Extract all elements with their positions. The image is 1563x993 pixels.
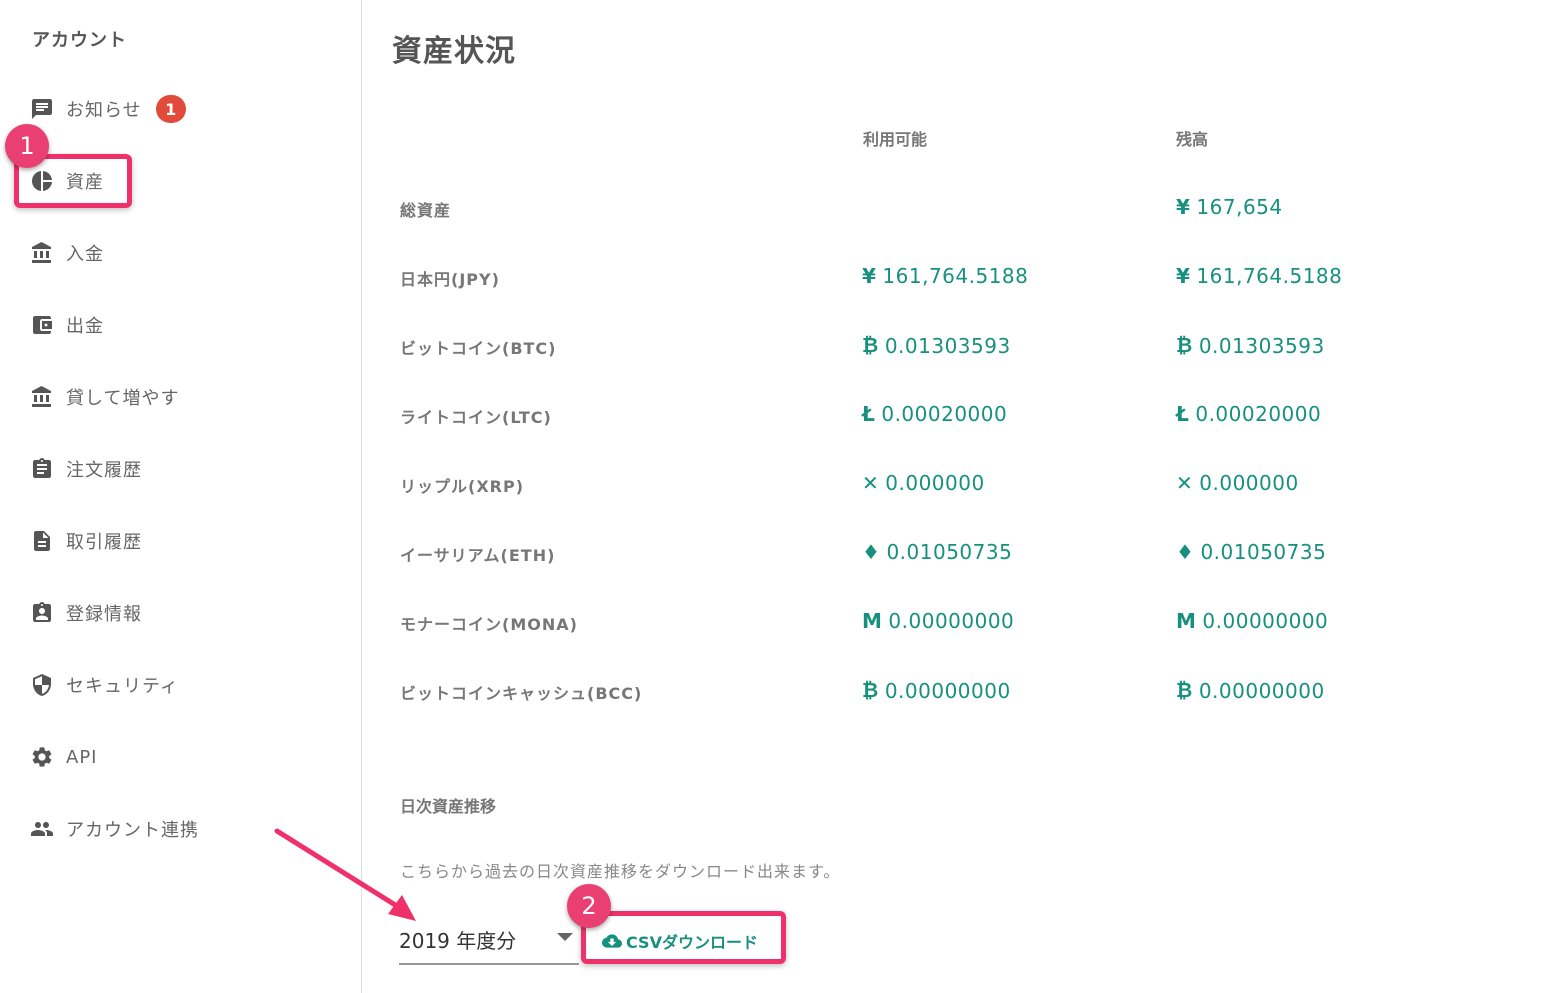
- sidebar: アカウント お知らせ 1 資産 入金 出金 貸して増やす 注文履歴 取引履歴 登…: [0, 0, 362, 993]
- step-2-marker: 2: [567, 884, 611, 928]
- daily-assets-description: こちらから過去の日次資産推移をダウンロード出来ます。: [400, 862, 841, 881]
- clipboard-icon: [30, 457, 54, 481]
- value-text: 0.00020000: [881, 402, 1008, 426]
- bank-icon: [30, 385, 54, 409]
- main-content: 資産状況 利用可能 残高 総資産 ¥ 167,654 日本円(JPY) ¥ 16…: [362, 0, 1563, 993]
- row-label-mona: モナーコイン(MONA): [400, 615, 578, 634]
- value-text: 161,764.5188: [1196, 264, 1343, 288]
- bcc-balance-value: ₿ 0.00000000: [1176, 678, 1325, 703]
- ripple-icon: ✕: [862, 471, 880, 495]
- sidebar-item-label: API: [66, 746, 98, 768]
- value-text: 0.00000000: [888, 609, 1015, 633]
- litecoin-icon: Ł: [862, 402, 876, 426]
- sidebar-item-label: 貸して増やす: [66, 388, 180, 409]
- year-select[interactable]: 2019 年度分: [399, 915, 579, 965]
- ethereum-icon: ♦: [1176, 540, 1195, 564]
- monacoin-icon: M: [862, 609, 883, 633]
- row-label-total: 総資産: [400, 201, 452, 220]
- bitcoin-icon: ₿: [1176, 678, 1193, 702]
- mona-available-value: M 0.00000000: [862, 609, 1014, 633]
- sidebar-item-trade-history[interactable]: 取引履歴: [30, 521, 142, 561]
- row-label-btc: ビットコイン(BTC): [400, 339, 557, 358]
- btc-balance-value: ₿ 0.01303593: [1176, 333, 1325, 358]
- sidebar-item-api[interactable]: API: [30, 737, 97, 777]
- daily-assets-heading: 日次資産推移: [400, 797, 497, 816]
- ltc-balance-value: Ł 0.00020000: [1176, 402, 1321, 426]
- ethereum-icon: ♦: [862, 540, 881, 564]
- sidebar-item-registration[interactable]: 登録情報: [30, 593, 142, 633]
- value-text: 0.000000: [885, 471, 985, 495]
- row-label-eth: イーサリアム(ETH): [400, 546, 556, 565]
- row-label-jpy: 日本円(JPY): [400, 270, 500, 289]
- eth-available-value: ♦ 0.01050735: [862, 540, 1012, 564]
- yen-icon: ¥: [1176, 264, 1191, 288]
- value-text: 0.01303593: [1198, 333, 1325, 358]
- column-header-available: 利用可能: [863, 130, 928, 149]
- btc-available-value: ₿ 0.01303593: [862, 333, 1011, 358]
- sidebar-title: アカウント: [32, 30, 127, 51]
- shield-icon: [30, 673, 54, 697]
- value-text: 0.000000: [1199, 471, 1299, 495]
- sidebar-item-label: 取引履歴: [66, 532, 142, 553]
- ripple-icon: ✕: [1176, 471, 1194, 495]
- eth-balance-value: ♦ 0.01050735: [1176, 540, 1326, 564]
- gear-icon: [30, 745, 54, 769]
- sidebar-item-withdraw[interactable]: 出金: [30, 305, 104, 345]
- step-1-marker: 1: [5, 124, 49, 168]
- bank-icon: [30, 241, 54, 265]
- mona-balance-value: M 0.00000000: [1176, 609, 1328, 633]
- sidebar-item-label: セキュリティ: [66, 676, 179, 697]
- yen-icon: ¥: [1176, 195, 1191, 219]
- value-text: 161,764.5188: [882, 264, 1029, 288]
- litecoin-icon: Ł: [1176, 402, 1190, 426]
- xrp-balance-value: ✕ 0.000000: [1176, 471, 1299, 495]
- page-title: 資産状況: [392, 34, 516, 69]
- value-text: 0.00000000: [1202, 609, 1329, 633]
- bitcoin-icon: ₿: [862, 678, 879, 702]
- sidebar-item-notifications[interactable]: お知らせ 1: [30, 89, 186, 129]
- sidebar-item-security[interactable]: セキュリティ: [30, 665, 179, 705]
- sidebar-item-label: お知らせ: [66, 100, 142, 121]
- value-text: 0.00020000: [1195, 402, 1322, 426]
- row-label-ltc: ライトコイン(LTC): [400, 408, 552, 427]
- sidebar-item-deposit[interactable]: 入金: [30, 233, 104, 273]
- bitcoin-icon: ₿: [862, 333, 879, 357]
- jpy-available-value: ¥ 161,764.5188: [862, 264, 1028, 288]
- bcc-available-value: ₿ 0.00000000: [862, 678, 1011, 703]
- value-text: 167,654: [1196, 195, 1283, 219]
- sidebar-item-label: 入金: [66, 244, 104, 265]
- bitcoin-icon: ₿: [1176, 333, 1193, 357]
- column-header-balance: 残高: [1176, 130, 1209, 149]
- year-select-value: 2019 年度分: [399, 928, 517, 953]
- value-text: 0.01303593: [884, 333, 1011, 358]
- value-text: 0.00000000: [1198, 678, 1325, 703]
- row-label-xrp: リップル(XRP): [400, 477, 525, 496]
- id-badge-icon: [30, 601, 54, 625]
- value-text: 0.00000000: [884, 678, 1011, 703]
- document-icon: [30, 529, 54, 553]
- sidebar-item-account-link[interactable]: アカウント連携: [30, 809, 199, 849]
- sidebar-item-lending[interactable]: 貸して増やす: [30, 377, 179, 417]
- ltc-available-value: Ł 0.00020000: [862, 402, 1007, 426]
- sidebar-item-label: 出金: [66, 316, 104, 337]
- sidebar-item-label: 注文履歴: [66, 460, 142, 481]
- sidebar-item-label: 登録情報: [66, 604, 142, 625]
- sidebar-item-order-history[interactable]: 注文履歴: [30, 449, 142, 489]
- row-label-bcc: ビットコインキャッシュ(BCC): [400, 684, 643, 703]
- highlight-csv-button: [581, 911, 786, 964]
- value-text: 0.01050735: [886, 540, 1013, 564]
- monacoin-icon: M: [1176, 609, 1197, 633]
- wallet-icon: [30, 313, 54, 337]
- sidebar-item-label: アカウント連携: [66, 820, 199, 841]
- total-balance-value: ¥ 167,654: [1176, 195, 1283, 219]
- xrp-available-value: ✕ 0.000000: [862, 471, 985, 495]
- value-text: 0.01050735: [1200, 540, 1327, 564]
- people-icon: [30, 817, 54, 841]
- yen-icon: ¥: [862, 264, 877, 288]
- notification-badge: 1: [155, 95, 186, 123]
- jpy-balance-value: ¥ 161,764.5188: [1176, 264, 1342, 288]
- message-icon: [30, 97, 54, 121]
- dropdown-caret-icon: [557, 933, 573, 941]
